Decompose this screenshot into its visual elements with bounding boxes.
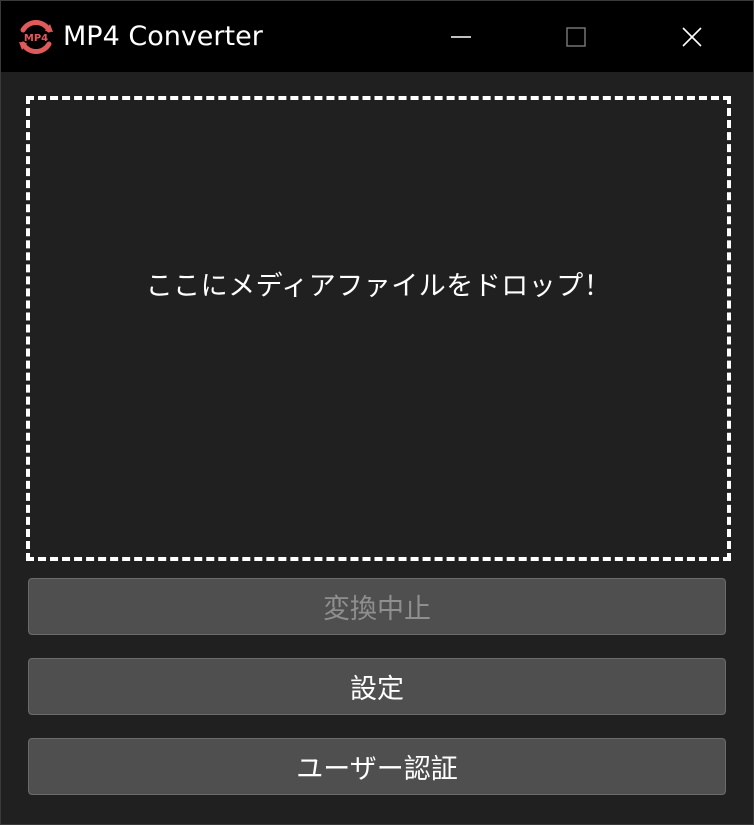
close-icon bbox=[682, 26, 702, 47]
title-bar[interactable]: MP4 MP4 Converter bbox=[1, 1, 753, 72]
drop-zone-prompt: ここにメディアファイルをドロップ！ bbox=[145, 271, 612, 302]
minimize-icon bbox=[451, 35, 471, 38]
app-logo-icon: MP4 bbox=[19, 19, 53, 55]
stop-conversion-button[interactable]: 変換中止 bbox=[28, 578, 726, 635]
app-logo-label: MP4 bbox=[24, 33, 48, 44]
user-auth-button[interactable]: ユーザー認証 bbox=[28, 738, 726, 795]
file-drop-zone[interactable]: ここにメディアファイルをドロップ！ bbox=[26, 96, 731, 561]
settings-button[interactable]: 設定 bbox=[28, 658, 726, 715]
minimize-button[interactable] bbox=[406, 1, 516, 72]
maximize-icon bbox=[566, 26, 586, 47]
maximize-button[interactable] bbox=[521, 1, 631, 72]
window-title: MP4 Converter bbox=[63, 21, 263, 52]
app-window: MP4 MP4 Converter ここにメディアファイルをドロップ！ 変換中止… bbox=[0, 0, 754, 825]
close-button[interactable] bbox=[637, 1, 747, 72]
